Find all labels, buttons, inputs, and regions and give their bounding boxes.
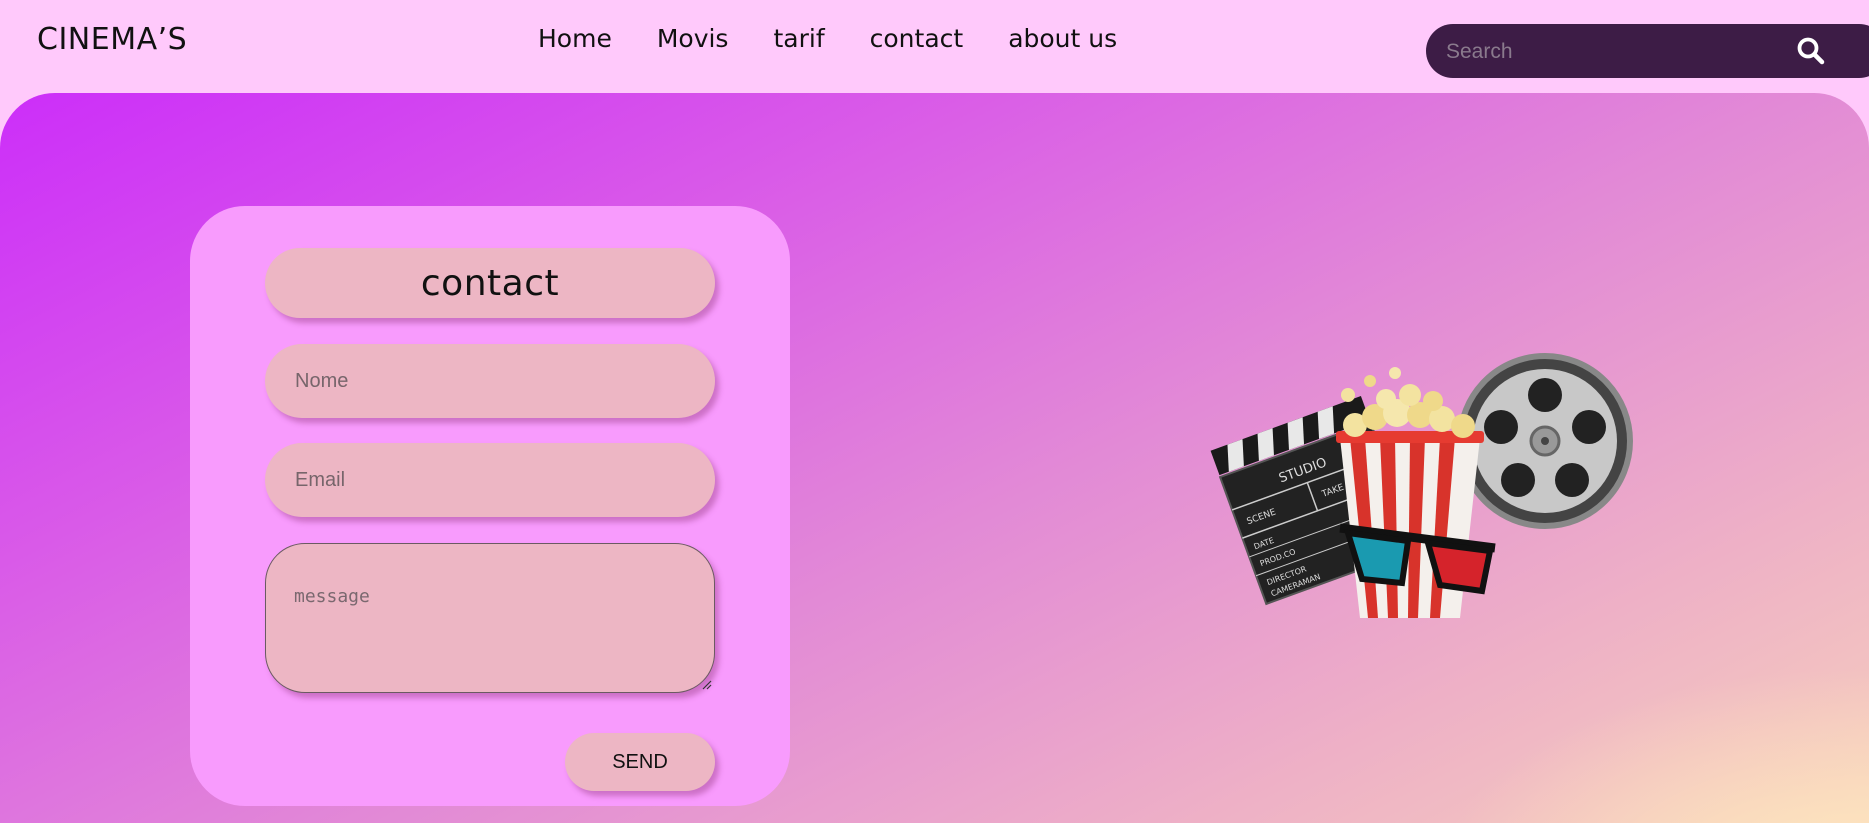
email-input[interactable]	[265, 443, 715, 517]
film-reel-icon	[1457, 353, 1633, 529]
message-field-box	[265, 543, 715, 693]
nav-home[interactable]: Home	[538, 24, 612, 53]
name-field-box	[265, 344, 715, 418]
contact-title-box: contact	[265, 248, 715, 318]
resize-handle-icon[interactable]	[700, 678, 712, 690]
cinema-illustration: STUDIO SCENE TAKE DATE PROD.CO DIRECTOR …	[1210, 353, 1633, 618]
send-button[interactable]: SEND	[565, 733, 715, 791]
contact-title: contact	[420, 262, 560, 304]
email-field-box	[265, 443, 715, 517]
main-nav: Home Movis tarif contact about us	[538, 24, 1117, 53]
name-input[interactable]	[265, 344, 715, 418]
nav-contact[interactable]: contact	[870, 24, 964, 53]
search-icon[interactable]	[1795, 35, 1827, 67]
site-logo[interactable]: CINEMA’S	[37, 22, 187, 57]
search-input[interactable]	[1444, 24, 1778, 80]
contact-card: contact SEND	[190, 206, 790, 806]
hero-section: contact SEND	[0, 93, 1869, 823]
top-header: CINEMA’S Home Movis tarif contact about …	[0, 0, 1869, 93]
search-bar	[1426, 24, 1869, 80]
nav-about-us[interactable]: about us	[1008, 24, 1117, 53]
nav-tarif[interactable]: tarif	[773, 24, 824, 53]
message-textarea[interactable]	[292, 584, 676, 678]
nav-movies[interactable]: Movis	[657, 24, 729, 53]
